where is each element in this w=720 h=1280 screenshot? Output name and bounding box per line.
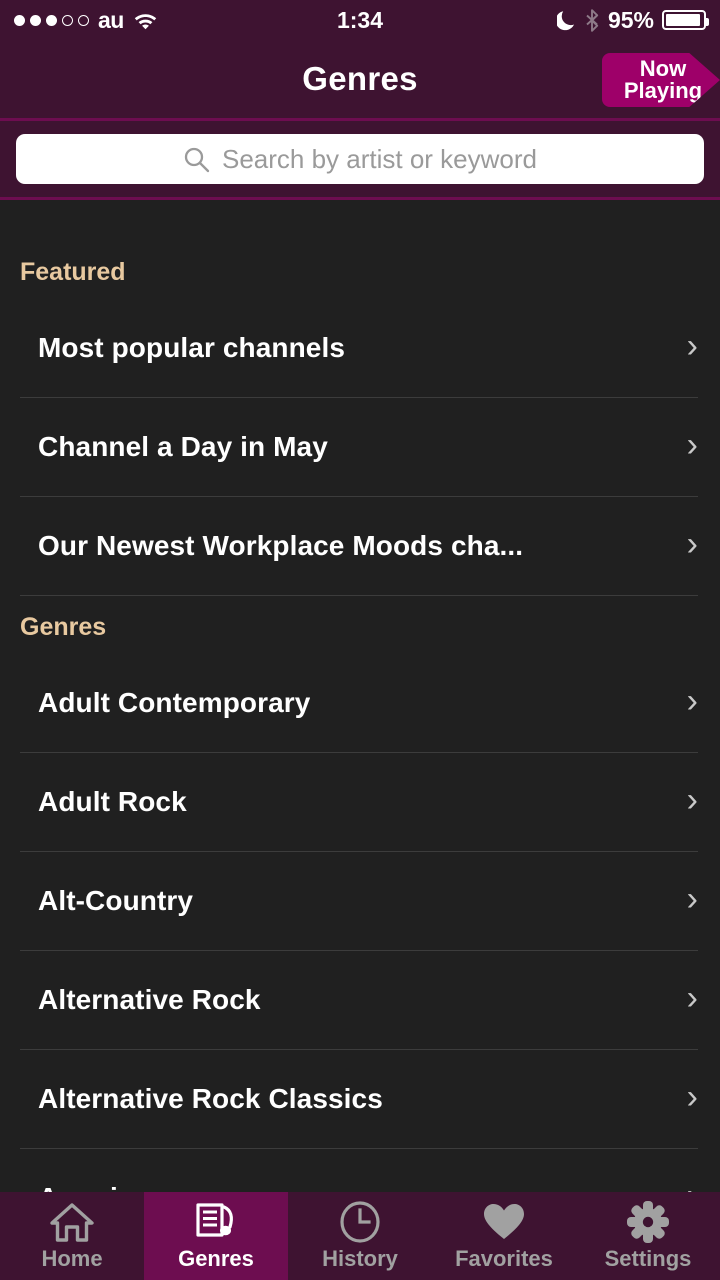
tab-settings[interactable]: Settings [576, 1192, 720, 1280]
signal-strength-dots [14, 14, 89, 26]
nav-header: Genres Now Playing [0, 40, 720, 118]
signal-dot-5 [78, 14, 89, 26]
section-header-featured: Featured [20, 258, 126, 286]
tab-label-genres: Genres [178, 1246, 254, 1271]
chevron-right-icon: › [686, 327, 698, 365]
home-icon [49, 1200, 95, 1244]
battery-percent-label: 95% [607, 6, 654, 33]
tab-label-favorites: Favorites [455, 1246, 553, 1271]
list-item-label: Most popular channels [38, 332, 346, 363]
list-item-label: Alternative Rock Classics [38, 1083, 383, 1114]
search-icon [183, 146, 210, 173]
status-bar-right: 95% [556, 6, 709, 34]
section-header-genres: Genres [20, 613, 107, 641]
chevron-right-icon: › [686, 781, 698, 819]
chevron-right-icon: › [686, 525, 698, 563]
list-item-label: Channel a Day in May [38, 431, 328, 462]
chevron-right-icon: › [686, 682, 698, 720]
list-item-label: Alt-Country [38, 885, 194, 916]
chevron-right-icon: › [686, 426, 698, 464]
tab-home[interactable]: Home [0, 1192, 144, 1280]
now-playing-line1: Now [639, 55, 687, 81]
tab-label-settings: Settings [604, 1246, 692, 1271]
list-item[interactable]: Alternative Rock › [0, 951, 720, 1049]
search-area: Search by artist or keyword [0, 118, 720, 200]
list-item[interactable]: Alternative Rock Classics › [0, 1050, 720, 1148]
bluetooth-icon [585, 8, 600, 32]
clock-icon [338, 1200, 382, 1244]
search-input[interactable]: Search by artist or keyword [16, 134, 704, 184]
moon-icon [556, 9, 577, 31]
battery-icon [662, 10, 709, 30]
tab-genres[interactable]: Genres [144, 1192, 288, 1280]
list-item-label: Alternative Rock [38, 984, 261, 1015]
now-playing-line2: Playing [623, 78, 703, 103]
list-item[interactable]: Adult Contemporary › [0, 654, 720, 752]
gear-icon [626, 1200, 670, 1244]
now-playing-button[interactable]: Now Playing [602, 53, 720, 107]
tab-label-history: History [322, 1246, 398, 1271]
signal-dot-2 [30, 14, 41, 26]
chevron-right-icon: › [686, 1078, 698, 1116]
chevron-right-icon: › [686, 979, 698, 1017]
list-item[interactable]: Alt-Country › [0, 852, 720, 950]
signal-dot-4 [62, 14, 73, 26]
list-item-label: Our Newest Workplace Moods cha... [38, 530, 524, 561]
status-bar: au 1:34 95% [0, 0, 720, 40]
search-placeholder: Search by artist or keyword [221, 143, 537, 174]
heart-icon [481, 1200, 527, 1244]
wifi-icon [133, 11, 158, 30]
chevron-right-icon: › [686, 880, 698, 918]
status-bar-left: au [14, 7, 158, 34]
page-title: Genres [302, 60, 418, 97]
list-item[interactable]: Our Newest Workplace Moods cha... › [0, 497, 720, 595]
tab-favorites[interactable]: Favorites [432, 1192, 576, 1280]
genres-list-music-icon [193, 1200, 239, 1244]
app-screen: au 1:34 95% Genres Now Playing Search by… [0, 0, 720, 1280]
list-item[interactable]: Adult Rock › [0, 753, 720, 851]
carrier-label: au [98, 6, 124, 33]
bottom-tab-bar: Home Genres History Favorites Settings [0, 1192, 720, 1280]
list-item[interactable]: Most popular channels › [0, 299, 720, 397]
list-item[interactable]: Channel a Day in May › [0, 398, 720, 496]
tab-label-home: Home [41, 1246, 103, 1271]
list-item-label: Adult Rock [38, 786, 187, 817]
list-item-label: Adult Contemporary [38, 687, 311, 718]
tab-history[interactable]: History [288, 1192, 432, 1280]
content-scroll-area[interactable]: Featured Most popular channels › Channel… [0, 241, 720, 1280]
signal-dot-3 [46, 14, 57, 26]
signal-dot-1 [14, 14, 25, 26]
